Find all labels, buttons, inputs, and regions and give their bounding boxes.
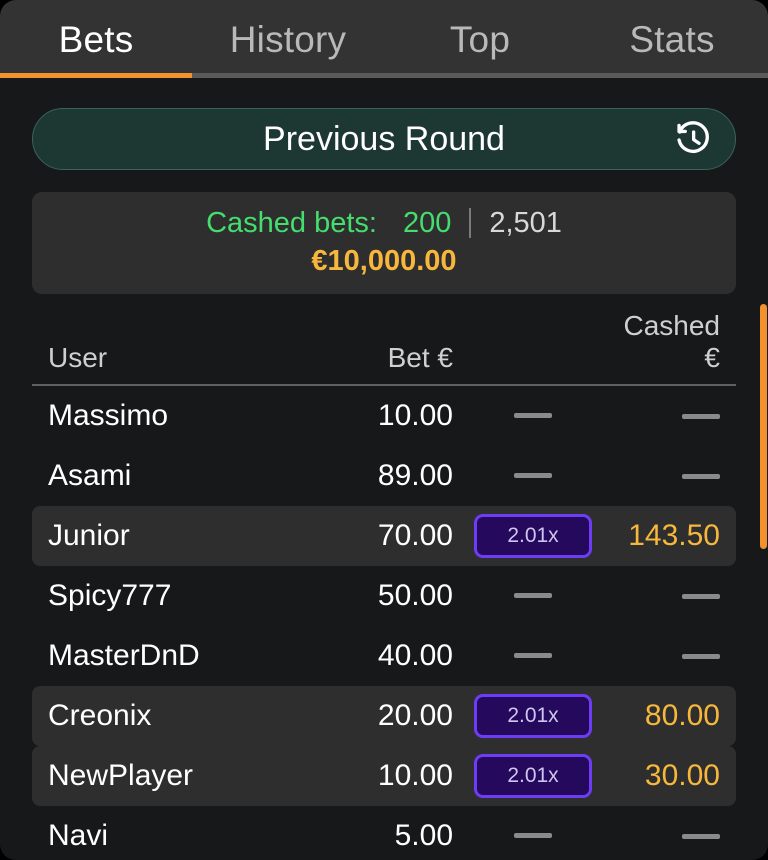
cashed-bets-panel: Cashed bets: 200 2,501 €10,000.00 (32, 192, 736, 294)
multiplier-badge: 2.01x (474, 753, 592, 798)
empty-dash-icon (682, 474, 720, 480)
previous-round-label: Previous Round (263, 119, 505, 158)
tab-bets-label: Bets (58, 18, 134, 60)
cell-user: MasterDnD (48, 638, 200, 672)
cashed-total-amount: €10,000.00 (311, 244, 457, 277)
cell-multiplier: 2.01x (453, 693, 613, 738)
bets-panel: Bets History Top Stats Previous Round Ca… (0, 0, 768, 860)
cell-user: Massimo (48, 398, 169, 432)
cashed-bets-label: Cashed bets: (206, 207, 377, 239)
cell-multiplier (453, 587, 613, 605)
tab-history[interactable]: History (192, 3, 384, 76)
tab-stats[interactable]: Stats (576, 3, 768, 76)
cashed-bets-count: 200 (402, 207, 452, 239)
tab-stats-label: Stats (629, 18, 715, 60)
cell-cashed: 80.00 (644, 698, 720, 732)
table-body: Massimo 10.00 Asami 89.00 Junior 70.00 2.01x 14… (32, 386, 736, 860)
cell-bet: 10.00 (377, 398, 453, 432)
cell-cashed (613, 459, 720, 493)
cell-bet: 40.00 (377, 638, 453, 672)
cashed-bets-counts: Cashed bets: 200 2,501 (32, 206, 736, 241)
table-row[interactable]: Massimo 10.00 (32, 386, 736, 446)
cell-multiplier (453, 467, 613, 485)
empty-dash-icon (682, 654, 720, 660)
cell-cashed: 143.50 (628, 518, 720, 552)
cell-user: Creonix (48, 698, 152, 732)
cell-multiplier (453, 407, 613, 425)
cell-bet: 70.00 (377, 518, 453, 552)
cell-multiplier: 2.01x (453, 513, 613, 558)
empty-dash-icon (514, 653, 552, 659)
cell-multiplier: 2.01x (453, 753, 613, 798)
table-header-row: User Bet € Cashed € (32, 310, 736, 386)
header-user: User (48, 341, 108, 373)
cell-cashed (613, 579, 720, 613)
tab-top[interactable]: Top (384, 3, 576, 76)
cell-multiplier (453, 647, 613, 665)
empty-dash-icon (514, 593, 552, 599)
cell-cashed (613, 399, 720, 433)
table-row[interactable]: MasterDnD 40.00 (32, 626, 736, 686)
cell-bet: 5.00 (394, 818, 453, 852)
empty-dash-icon (514, 413, 552, 419)
vertical-scrollbar-track[interactable] (760, 186, 768, 860)
cell-cashed (613, 639, 720, 673)
empty-dash-icon (682, 414, 720, 420)
table-row[interactable]: Junior 70.00 2.01x 143.50 (32, 505, 736, 566)
cell-user: Spicy777 (48, 578, 172, 612)
cell-user: Junior (48, 518, 130, 552)
cell-bet: 20.00 (377, 698, 453, 732)
panel-body: Previous Round Cashed bets: 200 2,501 €1… (0, 108, 768, 860)
cell-bet: 50.00 (377, 578, 453, 612)
tab-bets[interactable]: Bets (0, 3, 192, 76)
table-row[interactable]: Creonix 20.00 2.01x 80.00 (32, 685, 736, 746)
cell-user: Navi (48, 818, 109, 852)
empty-dash-icon (682, 834, 720, 840)
empty-dash-icon (514, 833, 552, 839)
count-separator (469, 208, 472, 239)
tab-bar: Bets History Top Stats (0, 0, 768, 78)
table-row[interactable]: Spicy777 50.00 (32, 566, 736, 626)
table-row[interactable]: Asami 89.00 (32, 446, 736, 506)
cell-bet: 89.00 (377, 458, 453, 492)
empty-dash-icon (514, 473, 552, 479)
multiplier-badge: 2.01x (474, 693, 592, 738)
cell-user: NewPlayer (48, 758, 194, 792)
table-row[interactable]: Navi 5.00 (32, 806, 736, 860)
empty-dash-icon (682, 594, 720, 600)
bets-table: User Bet € Cashed € Massimo 10.00 Asami 89.… (32, 310, 736, 860)
cell-bet: 10.00 (377, 758, 453, 792)
table-row[interactable]: NewPlayer 10.00 2.01x 30.00 (32, 745, 736, 806)
tab-top-label: Top (449, 18, 511, 60)
cell-cashed (613, 819, 720, 853)
history-icon (673, 119, 713, 159)
cell-user: Asami (48, 458, 132, 492)
vertical-scrollbar-thumb[interactable] (760, 304, 767, 549)
header-bet: Bet € (387, 341, 453, 373)
cell-cashed: 30.00 (644, 758, 720, 792)
previous-round-button[interactable]: Previous Round (32, 108, 736, 170)
tab-history-label: History (229, 18, 347, 60)
total-bets-count: 2,501 (489, 207, 562, 239)
header-cashed: Cashed € (623, 309, 720, 373)
cell-multiplier (453, 827, 613, 845)
tab-active-indicator (0, 73, 192, 78)
multiplier-badge: 2.01x (474, 513, 592, 558)
